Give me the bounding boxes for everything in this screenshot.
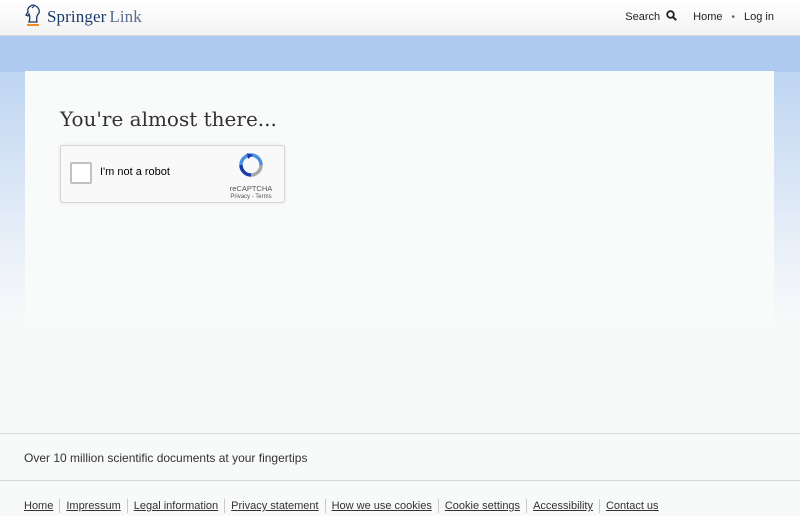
hero-top-band xyxy=(0,36,800,72)
recaptcha-logo: reCAPTCHA Privacy - Terms xyxy=(226,152,276,200)
recaptcha-links: Privacy - Terms xyxy=(226,194,276,200)
footer-link-contact[interactable]: Contact us xyxy=(598,499,665,513)
search-icon xyxy=(666,10,678,24)
header-nav: Search Home • Log in xyxy=(625,0,774,34)
recaptcha-privacy-link[interactable]: Privacy xyxy=(230,194,250,200)
springer-horse-icon xyxy=(24,3,42,32)
search-label: Search xyxy=(625,11,661,23)
logo-word: Springer xyxy=(47,7,107,26)
footer-tagline: Over 10 million scientific documents at … xyxy=(24,451,308,465)
footer-link-impressum[interactable]: Impressum xyxy=(59,499,126,513)
site-header: Springer Link Search Home • Log in xyxy=(0,0,800,36)
recaptcha-icon xyxy=(226,152,276,183)
recaptcha-checkbox[interactable] xyxy=(70,162,92,184)
footer-links: Home Impressum Legal information Privacy… xyxy=(24,499,665,513)
footer-link-legal-information[interactable]: Legal information xyxy=(126,499,224,513)
home-link[interactable]: Home xyxy=(693,11,722,23)
logo-suffix: Link xyxy=(109,7,142,26)
recaptcha-label: I'm not a robot xyxy=(100,166,170,178)
captcha-card: You're almost there... I'm not a robot r… xyxy=(25,71,774,326)
footer-tagline-section: Over 10 million scientific documents at … xyxy=(0,433,800,481)
springer-link-logo[interactable]: Springer Link xyxy=(24,3,142,32)
nav-separator: • xyxy=(731,11,736,23)
page-title: You're almost there... xyxy=(60,107,277,131)
footer-link-accessibility[interactable]: Accessibility xyxy=(526,499,599,513)
footer-link-cookies[interactable]: How we use cookies xyxy=(324,499,438,513)
footer-link-cookie-settings[interactable]: Cookie settings xyxy=(437,499,526,513)
login-link[interactable]: Log in xyxy=(744,11,774,23)
recaptcha-brand: reCAPTCHA xyxy=(229,184,273,193)
logo-wordmark: Springer Link xyxy=(47,7,142,27)
footer-link-privacy-statement[interactable]: Privacy statement xyxy=(224,499,324,513)
recaptcha-terms-link[interactable]: Terms xyxy=(255,194,271,200)
recaptcha-widget: I'm not a robot reCAPTCHA Privacy - Term… xyxy=(60,145,285,203)
footer-link-home[interactable]: Home xyxy=(24,499,59,513)
search-link[interactable]: Search xyxy=(625,10,678,24)
